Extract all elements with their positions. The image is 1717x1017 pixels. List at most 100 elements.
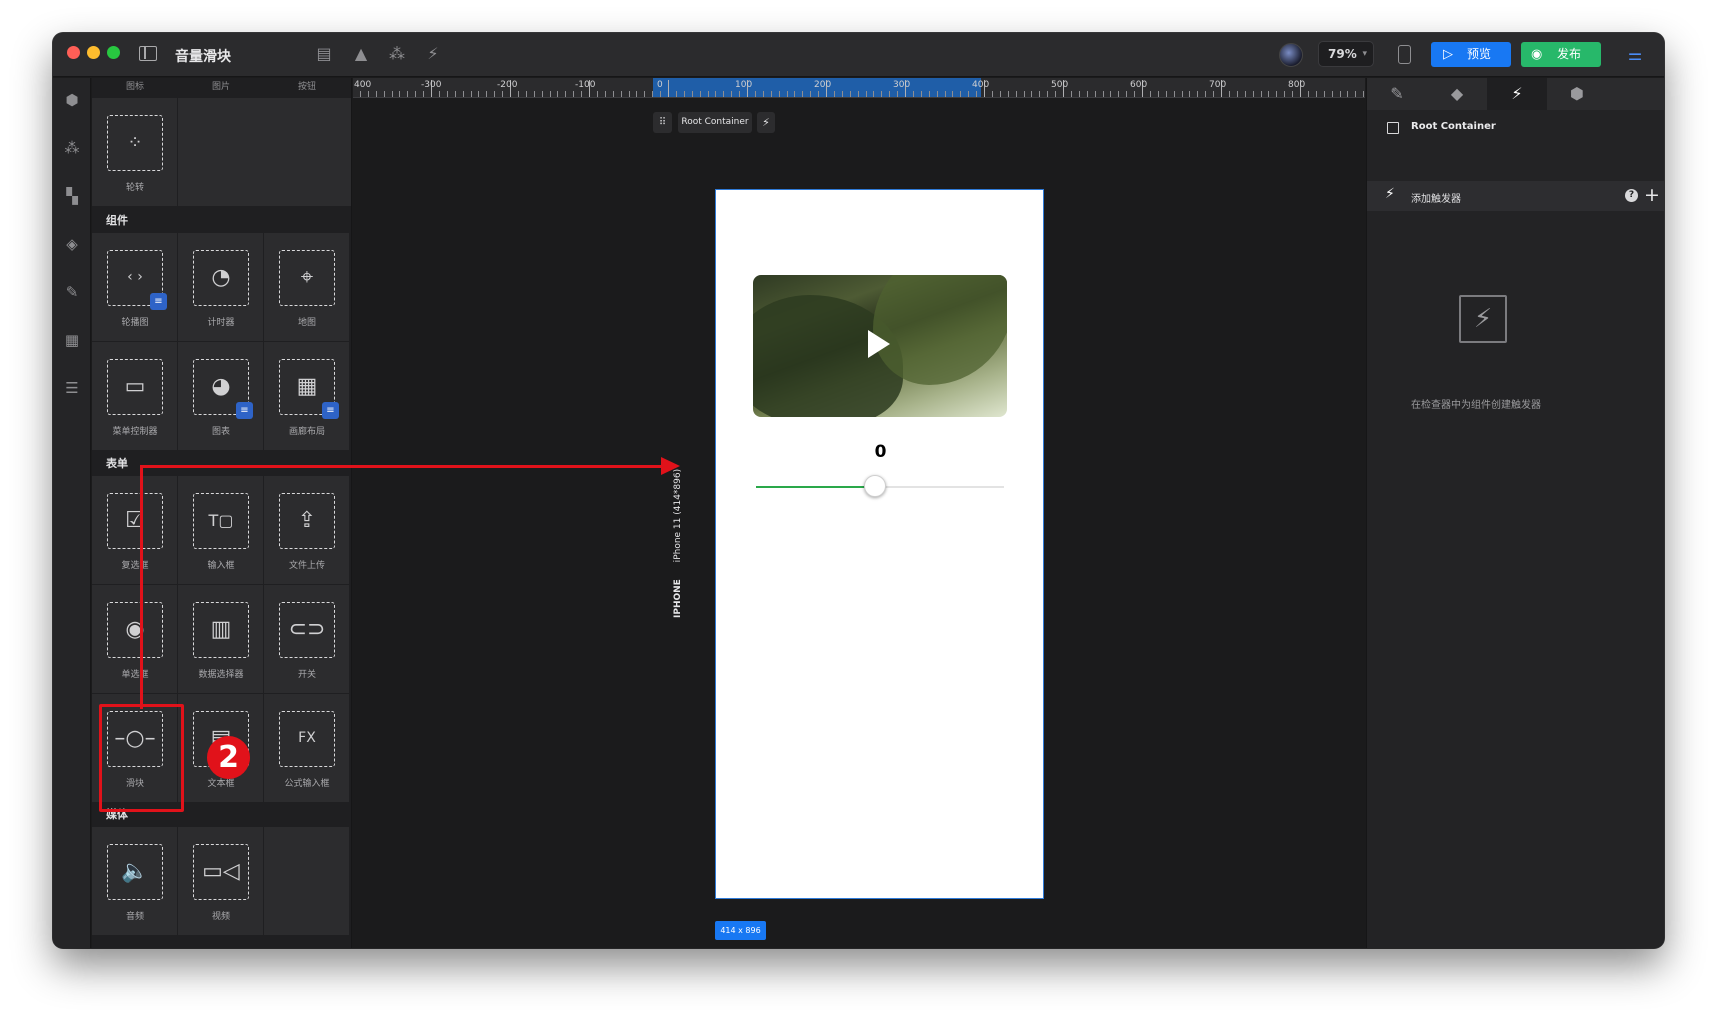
plugin-icon[interactable]: ✎: [62, 282, 82, 302]
ruler-tick: [960, 91, 962, 97]
component-tile-toggle[interactable]: ⊂⊃ 开关: [264, 585, 350, 694]
component-tile-carousel[interactable]: ⁘ 轮转: [92, 98, 178, 207]
component-tile-audio[interactable]: 🔈 音频: [92, 827, 178, 936]
component-tile-checkbox[interactable]: ☑ 复选框: [92, 476, 178, 585]
ruler-tick: [446, 91, 448, 97]
page-icon[interactable]: ▤: [313, 43, 335, 65]
ruler-label: -100: [575, 80, 596, 90]
ruler-tick: [1189, 91, 1191, 97]
component-tile-chart[interactable]: ◕ ≡ 图表: [178, 342, 264, 451]
component-tile-formula-input[interactable]: FX 公式输入框: [264, 694, 350, 803]
slider-fill: [756, 486, 876, 488]
annotation-connector: [140, 467, 143, 709]
layers-icon[interactable]: ◈: [62, 234, 82, 254]
ruler-tick: [375, 91, 377, 97]
shape-icon[interactable]: ▲: [350, 43, 372, 65]
help-icon[interactable]: ?: [1625, 189, 1638, 202]
interaction-icon[interactable]: ⚡: [422, 43, 444, 65]
ruler-tick: [723, 91, 725, 97]
drag-handle-icon[interactable]: ⠿: [653, 112, 672, 133]
selected-node[interactable]: Root Container: [1367, 115, 1664, 143]
ruler-tick: [699, 91, 701, 97]
ruler-tick: [391, 91, 393, 97]
component-tile-picker[interactable]: ▥ 数据选择器: [178, 585, 264, 694]
frame-name-tag[interactable]: Root Container: [678, 112, 752, 133]
close-window-button[interactable]: [67, 46, 80, 59]
ruler-tick: [841, 91, 843, 97]
ruler-tick: [399, 91, 401, 97]
publish-button[interactable]: ◉ 发布: [1521, 42, 1601, 67]
components-icon[interactable]: ⁂: [62, 138, 82, 158]
inspector-tabs: ✎ ◆ ⚡ ⬢: [1367, 78, 1664, 110]
component-icon[interactable]: ⁂: [386, 43, 408, 65]
component-label: 复选框: [121, 561, 149, 571]
component-tile-timer[interactable]: ◔ 计时器: [178, 233, 264, 342]
upload-icon: ⇪: [279, 493, 335, 549]
ruler-tick: [944, 91, 946, 97]
ruler-tick: [1007, 91, 1009, 97]
component-tile-slideshow[interactable]: ‹ › ≡ 轮播图: [92, 233, 178, 342]
annotation-highlight-box: [99, 704, 184, 812]
component-tile-radio[interactable]: ◉ 单选框: [92, 585, 178, 694]
ruler-tick: [976, 91, 978, 97]
inspector-panel: ✎ ◆ ⚡ ⬢ Root Container ⚡ 添加触发器 ? + ⚡ 在检查…: [1366, 78, 1664, 948]
play-icon[interactable]: [868, 330, 890, 358]
ruler-tick: [565, 91, 567, 97]
ruler-tick: [833, 91, 835, 97]
component-tile-gallery[interactable]: ▦ ≡ 画廊布局: [264, 342, 350, 451]
component-tile-menu-controller[interactable]: ▭ 菜单控制器: [92, 342, 178, 451]
video-player[interactable]: [753, 275, 1007, 417]
ruler-tick: [802, 91, 804, 97]
ruler-tick: [1307, 91, 1309, 97]
document-title: 音量滑块: [175, 49, 231, 65]
ruler-tick: [517, 91, 519, 97]
ruler-tick: [415, 91, 417, 97]
data-icon[interactable]: ☰: [62, 378, 82, 398]
slider-thumb[interactable]: [864, 475, 887, 497]
component-tile-upload[interactable]: ⇪ 文件上传: [264, 476, 350, 585]
sliders-settings-icon[interactable]: ⚌: [1625, 45, 1645, 65]
ruler-tick: [1173, 91, 1175, 97]
ruler-label: -300: [421, 80, 442, 90]
node-checkbox[interactable]: [1387, 122, 1399, 134]
ruler-label: 0: [657, 80, 663, 90]
ruler-label: 100: [735, 80, 753, 90]
tab-interaction[interactable]: ⚡: [1487, 78, 1547, 110]
phone-frame-root-container[interactable]: 0: [715, 189, 1044, 899]
empty-tile: [178, 98, 351, 207]
node-name: Root Container: [1411, 121, 1496, 132]
device-icon[interactable]: [1398, 45, 1411, 64]
zoom-select[interactable]: 79% ▾: [1318, 41, 1374, 67]
ruler-tick: [1260, 91, 1262, 97]
lightning-icon[interactable]: ⚡: [757, 112, 775, 133]
add-trigger-button[interactable]: +: [1644, 184, 1660, 206]
design-canvas[interactable]: 400 -300 -200 -100 0 100 200 300 400 500…: [353, 78, 1365, 948]
minimize-window-button[interactable]: [87, 46, 100, 59]
maximize-window-button[interactable]: [107, 46, 120, 59]
tab-component[interactable]: ◆: [1427, 78, 1487, 110]
ruler-tick: [636, 91, 638, 97]
section-header-components: 组件: [92, 209, 351, 233]
ruler-tick: [470, 91, 472, 97]
component-label: 地图: [297, 318, 316, 328]
ruler-tick: [889, 91, 891, 97]
sidebar-toggle-icon[interactable]: [139, 46, 157, 61]
ruler-tick: [1276, 91, 1278, 97]
ruler-tick: [1031, 91, 1033, 97]
tab-style[interactable]: ✎: [1367, 78, 1427, 110]
tab-data[interactable]: ⬢: [1547, 78, 1607, 110]
ruler-tick: [1213, 91, 1215, 97]
ruler-tick: [675, 91, 677, 97]
ruler-tick: [1347, 91, 1349, 97]
user-avatar[interactable]: [1279, 43, 1303, 67]
gallery-layout-icon: ▦ ≡: [279, 359, 339, 419]
component-label: 输入框: [207, 561, 235, 571]
pages-icon[interactable]: ▚: [62, 186, 82, 206]
templates-icon[interactable]: ▦: [62, 330, 82, 350]
component-tile-map[interactable]: ⌖ 地图: [264, 233, 350, 342]
cube-icon[interactable]: ⬢: [62, 90, 82, 110]
component-tile-video[interactable]: ▭◁ 视频: [178, 827, 264, 936]
add-trigger-row[interactable]: ⚡ 添加触发器 ? +: [1367, 181, 1664, 211]
preview-button[interactable]: ▷ 预览: [1431, 42, 1511, 67]
component-tile-text-input[interactable]: T▢ 输入框: [178, 476, 264, 585]
